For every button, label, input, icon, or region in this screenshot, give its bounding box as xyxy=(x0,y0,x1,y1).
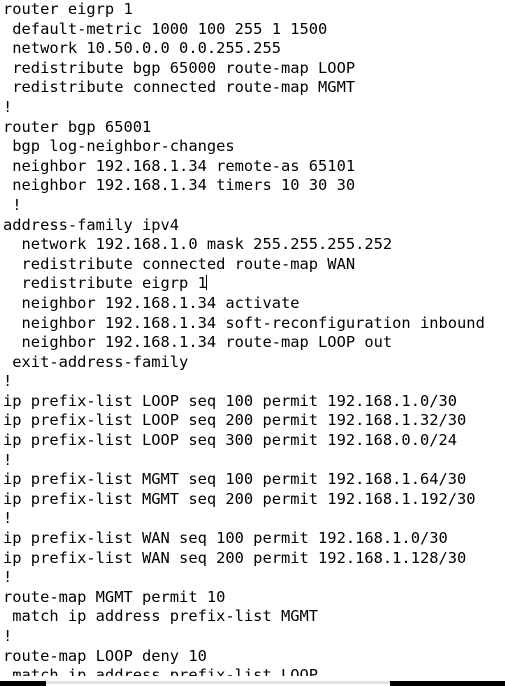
config-line: match ip address prefix-list MGMT xyxy=(3,607,319,626)
config-line: ip prefix-list LOOP seq 100 permit 192.1… xyxy=(3,391,458,410)
router-config-text-area[interactable]: router eigrp 1 default-metric 1000 100 2… xyxy=(3,0,505,686)
config-line: network 192.168.1.0 mask 255.255.255.252 xyxy=(3,235,393,254)
config-line: router eigrp 1 xyxy=(3,0,133,18)
config-line: ip prefix-list WAN seq 200 permit 192.16… xyxy=(3,548,467,567)
config-line: ip prefix-list MGMT seq 200 permit 192.1… xyxy=(3,489,476,508)
config-line: neighbor 192.168.1.34 soft-reconfigurati… xyxy=(3,313,485,332)
config-line: ip prefix-list LOOP seq 200 permit 192.1… xyxy=(3,411,467,430)
config-line: ! xyxy=(3,195,22,214)
config-line: route-map LOOP deny 10 xyxy=(3,646,207,665)
config-line: ! xyxy=(3,627,13,645)
config-line: ! xyxy=(3,568,13,587)
config-line: neighbor 192.168.1.34 route-map LOOP out xyxy=(3,333,393,352)
config-line: ! xyxy=(3,509,13,528)
config-line: route-map MGMT permit 10 xyxy=(3,587,226,606)
config-line: redistribute connected route-map WAN xyxy=(3,254,356,273)
config-text-viewport[interactable]: router eigrp 1 default-metric 1000 100 2… xyxy=(0,0,505,686)
horizontal-scrollbar[interactable] xyxy=(0,676,505,686)
config-line: redistribute bgp 65000 route-map LOOP xyxy=(3,58,356,77)
config-line: router bgp 65001 xyxy=(3,117,152,136)
config-line: ip prefix-list LOOP seq 300 permit 192.1… xyxy=(3,431,458,450)
config-line: ip prefix-list WAN seq 100 permit 192.16… xyxy=(3,529,448,548)
config-line: neighbor 192.168.1.34 remote-as 65101 xyxy=(3,156,356,175)
config-line: address-family ipv4 xyxy=(3,215,180,234)
config-line: default-metric 1000 100 255 1 1500 xyxy=(3,19,328,38)
scrollbar-thumb-right[interactable] xyxy=(390,681,505,686)
config-line: ! xyxy=(3,97,13,116)
config-line: network 10.50.0.0 0.0.255.255 xyxy=(3,39,281,58)
config-line: neighbor 192.168.1.34 activate xyxy=(3,293,300,312)
config-line: neighbor 192.168.1.34 timers 10 30 30 xyxy=(3,176,356,195)
config-line: bgp log-neighbor-changes xyxy=(3,137,235,156)
scrollbar-thumb-left[interactable] xyxy=(0,681,46,686)
config-line: redistribute connected route-map MGMT xyxy=(3,78,356,97)
config-line: exit-address-family xyxy=(3,352,189,371)
config-line: ! xyxy=(3,450,13,469)
config-line: redistribute eigrp 1 xyxy=(3,274,208,293)
config-line: ! xyxy=(3,372,13,391)
config-line: ip prefix-list MGMT seq 100 permit 192.1… xyxy=(3,470,467,489)
text-cursor-caret xyxy=(206,275,208,291)
